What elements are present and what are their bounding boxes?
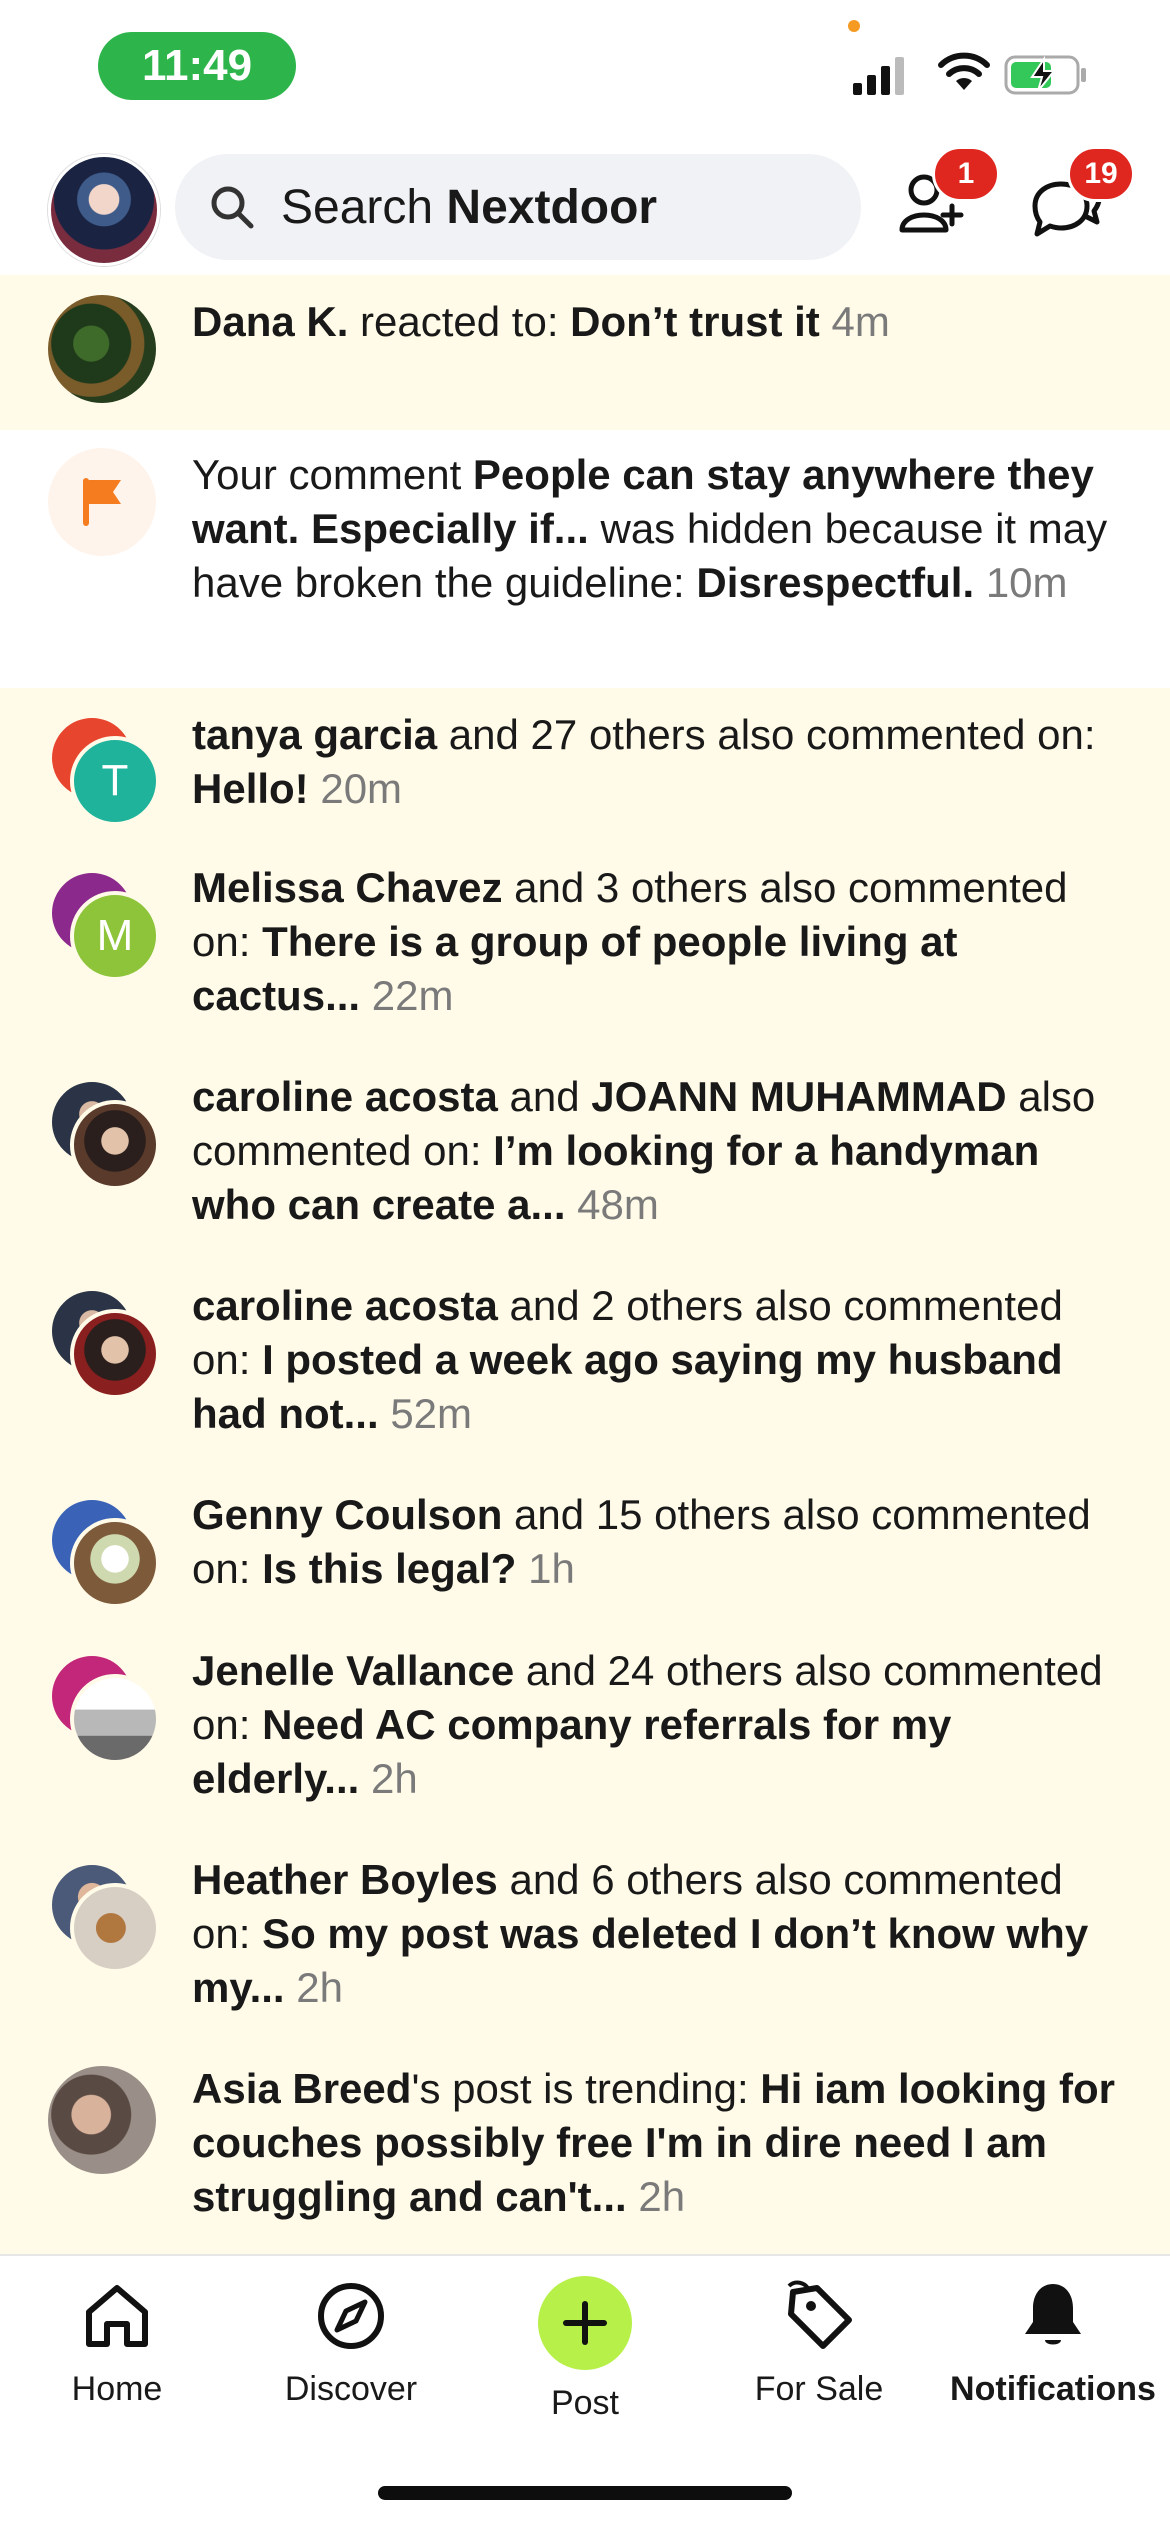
avatar-stack: T <box>48 714 160 826</box>
nav-home-label: Home <box>71 2370 163 2408</box>
battery-charging-icon <box>1004 55 1086 95</box>
notification-text: Your comment People can stay anywhere th… <box>192 451 1108 606</box>
price-tag-icon <box>787 2280 852 2349</box>
bell-icon <box>1025 2284 1081 2345</box>
compass-icon <box>318 2283 384 2349</box>
avatar <box>70 1883 160 1973</box>
top-header: Search Nextdoor 1 19 <box>0 140 1170 275</box>
list-item[interactable]: caroline acosta and JOANN MUHAMMAD also … <box>0 1052 1170 1261</box>
list-item[interactable]: Your comment People can stay anywhere th… <box>0 430 1170 688</box>
notification-text: Jenelle Vallance and 24 others also comm… <box>192 1647 1103 1802</box>
plus-icon <box>563 2301 607 2345</box>
friend-requests-button[interactable]: 1 <box>890 146 1000 254</box>
list-item[interactable]: Genny Coulson and 15 others also comment… <box>0 1470 1170 1626</box>
notification-text: Melissa Chavez and 3 others also comment… <box>192 864 1068 1019</box>
avatar <box>70 1674 160 1764</box>
list-item[interactable]: Jenelle Vallance and 24 others also comm… <box>0 1626 1170 1835</box>
flag-icon <box>83 478 121 526</box>
notification-text: caroline acosta and JOANN MUHAMMAD also … <box>192 1073 1096 1228</box>
nav-post-label: Post <box>550 2384 620 2422</box>
search-input[interactable]: Search Nextdoor <box>175 154 861 260</box>
notifications-list: Dana K. reacted to: Don’t trust it 4m Yo… <box>0 275 1170 2259</box>
list-item[interactable]: M Melissa Chavez and 3 others also comme… <box>0 843 1170 1052</box>
notification-text: Dana K. reacted to: Don’t trust it 4m <box>192 298 890 345</box>
nav-discover[interactable]: Discover <box>234 2276 468 2409</box>
avatar <box>48 2066 156 2174</box>
avatar: T <box>70 736 160 826</box>
profile-avatar[interactable] <box>48 154 160 266</box>
notification-text: Genny Coulson and 15 others also comment… <box>192 1491 1091 1592</box>
avatar-stack: M <box>48 869 160 981</box>
avatar <box>70 1518 160 1608</box>
avatar-stack <box>48 1861 160 1973</box>
notification-text: caroline acosta and 2 others also commen… <box>192 1282 1063 1437</box>
mic-indicator-dot <box>848 20 860 32</box>
avatar-stack <box>48 1652 160 1764</box>
avatar-stack <box>48 1287 160 1399</box>
list-item[interactable]: Dana K. reacted to: Don’t trust it 4m <box>0 275 1170 430</box>
post-button[interactable] <box>538 2276 632 2370</box>
notification-text: Heather Boyles and 6 others also comment… <box>192 1856 1089 2011</box>
notification-text: tanya garcia and 27 others also commente… <box>192 711 1096 812</box>
nav-home[interactable]: Home <box>0 2276 234 2409</box>
avatar <box>70 1309 160 1399</box>
avatar-stack <box>48 1496 160 1608</box>
nav-post[interactable]: Post <box>468 2276 702 2423</box>
list-item[interactable]: T tanya garcia and 27 others also commen… <box>0 688 1170 843</box>
notification-text: Asia Breed's post is trending: Hi iam lo… <box>192 2065 1115 2220</box>
home-indicator <box>378 2486 792 2500</box>
avatar <box>70 1100 160 1190</box>
bottom-navigation: Home Discover Post For Sale Notification… <box>0 2254 1170 2534</box>
home-icon <box>86 2285 148 2347</box>
list-item[interactable]: caroline acosta and 2 others also commen… <box>0 1261 1170 1470</box>
nav-for-sale-label: For Sale <box>754 2370 884 2408</box>
messages-button[interactable]: 19 <box>1025 146 1135 254</box>
avatar <box>48 448 156 556</box>
nav-notifications-label: Notifications <box>950 2370 1156 2408</box>
nav-discover-label: Discover <box>284 2370 418 2408</box>
messages-badge: 19 <box>1067 146 1135 202</box>
friend-requests-badge: 1 <box>932 146 1000 202</box>
avatar-stack <box>48 1078 160 1190</box>
avatar: M <box>70 891 160 981</box>
status-time: 11:49 <box>98 32 296 100</box>
list-item[interactable]: Heather Boyles and 6 others also comment… <box>0 1835 1170 2044</box>
cellular-signal-icon <box>853 57 904 95</box>
list-item[interactable]: Asia Breed's post is trending: Hi iam lo… <box>0 2044 1170 2259</box>
avatar <box>48 295 156 403</box>
search-placeholder: Search Nextdoor <box>281 180 658 234</box>
nav-for-sale[interactable]: For Sale <box>702 2276 936 2409</box>
nav-notifications[interactable]: Notifications <box>936 2276 1170 2409</box>
status-bar: 11:49 <box>0 0 1170 140</box>
search-icon <box>211 186 254 229</box>
wifi-icon <box>938 52 990 90</box>
